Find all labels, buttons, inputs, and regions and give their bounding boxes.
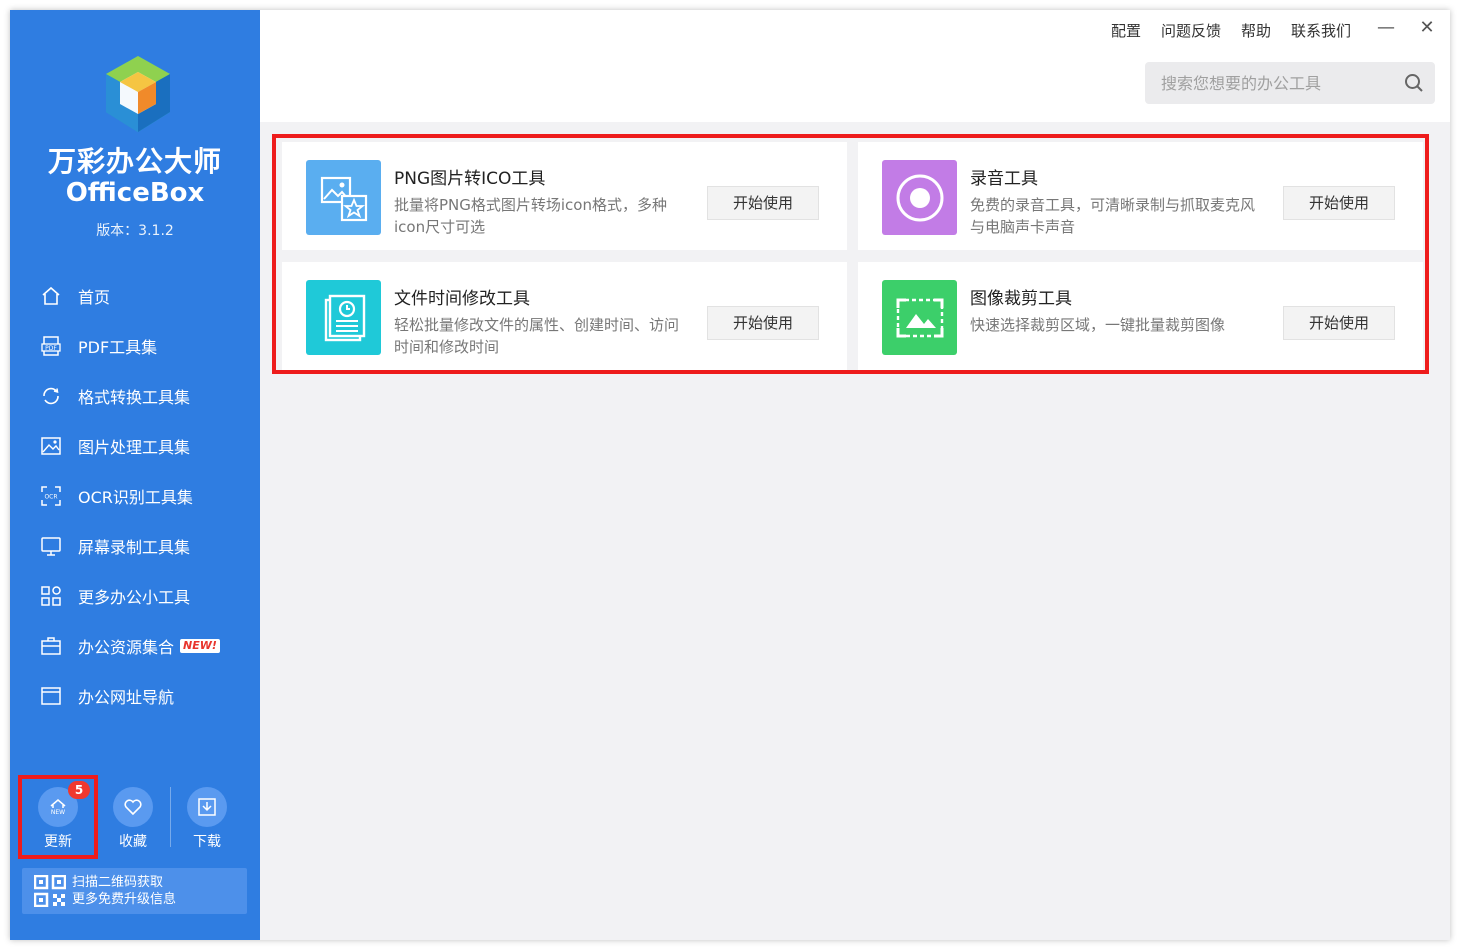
image-icon bbox=[40, 435, 62, 457]
svg-text:PDF: PDF bbox=[45, 345, 57, 352]
sidebar-item-label: PDF工具集 bbox=[78, 338, 158, 357]
sidebar-item-home[interactable]: 首页 bbox=[10, 274, 260, 318]
sidebar-item-convert[interactable]: 格式转换工具集 bbox=[10, 374, 260, 418]
sidebar-item-resources[interactable]: 办公资源集合 NEW! bbox=[10, 624, 260, 668]
sidebar-item-label: 更多办公小工具 bbox=[78, 588, 191, 607]
search-box bbox=[1145, 62, 1435, 104]
home-icon bbox=[40, 285, 62, 307]
app-window: 万彩办公大师 OfficeBox 版本：3.1.2 首页 PDF PDF工具集 … bbox=[10, 10, 1450, 940]
grid-icon bbox=[40, 585, 62, 607]
download-icon bbox=[187, 787, 227, 827]
tool-description: 轻松批量修改文件的属性、创建时间、访问时间和修改时间 bbox=[394, 316, 680, 356]
svg-text:OCR: OCR bbox=[44, 494, 57, 501]
app-name-english: OfficeBox bbox=[65, 178, 205, 208]
file-time-icon bbox=[306, 280, 381, 355]
app-logo bbox=[102, 54, 174, 134]
sidebar-item-label: OCR识别工具集 bbox=[78, 488, 193, 507]
download-button[interactable]: 下载 bbox=[167, 775, 247, 859]
search-icon[interactable] bbox=[1403, 72, 1425, 94]
qr-promo-text: 扫描二维码获取 更多免费升级信息 bbox=[72, 874, 176, 908]
favorite-button[interactable]: 收藏 bbox=[93, 775, 173, 859]
tools-grid: PNG图片转ICO工具 批量将PNG格式图片转场icon格式，多种icon尺寸可… bbox=[272, 134, 1429, 374]
feedback-link[interactable]: 问题反馈 bbox=[1161, 20, 1221, 41]
sidebar-item-label: 屏幕录制工具集 bbox=[78, 538, 191, 557]
update-button[interactable]: NEW 5 更新 bbox=[18, 775, 98, 859]
sidebar-item-more-tools[interactable]: 更多办公小工具 bbox=[10, 574, 260, 618]
new-badge: NEW! bbox=[180, 639, 220, 653]
heart-icon bbox=[113, 787, 153, 827]
sidebar-item-web-nav[interactable]: 办公网址导航 bbox=[10, 674, 260, 718]
sidebar-item-label: 首页 bbox=[78, 288, 111, 307]
tool-card[interactable]: 文件时间修改工具 轻松批量修改文件的属性、创建时间、访问时间和修改时间 开始使用 bbox=[282, 262, 847, 370]
qr-line-2: 更多免费升级信息 bbox=[72, 892, 177, 907]
tool-name: 录音工具 bbox=[970, 169, 1038, 189]
sidebar-item-screen-record[interactable]: 屏幕录制工具集 bbox=[10, 524, 260, 568]
briefcase-icon bbox=[40, 635, 62, 657]
tool-description: 免费的录音工具，可清晰录制与抓取麦克风与电脑声卡声音 bbox=[970, 196, 1256, 236]
recorder-icon bbox=[882, 160, 957, 235]
start-button[interactable]: 开始使用 bbox=[1283, 306, 1395, 340]
svg-text:NEW: NEW bbox=[51, 809, 65, 816]
browser-icon bbox=[40, 685, 62, 707]
download-label: 下载 bbox=[193, 834, 221, 850]
qr-line-1: 扫描二维码获取 bbox=[72, 875, 164, 890]
start-button[interactable]: 开始使用 bbox=[707, 186, 819, 220]
qr-code-icon bbox=[34, 875, 66, 907]
update-count-badge: 5 bbox=[68, 781, 90, 799]
app-version: 版本：3.1.2 bbox=[96, 223, 174, 239]
update-label: 更新 bbox=[44, 834, 72, 850]
start-button[interactable]: 开始使用 bbox=[1283, 186, 1395, 220]
tool-card[interactable]: PNG图片转ICO工具 批量将PNG格式图片转场icon格式，多种icon尺寸可… bbox=[282, 142, 847, 250]
monitor-icon bbox=[40, 535, 62, 557]
tool-card[interactable]: 图像裁剪工具 快速选择裁剪区域，一键批量裁剪图像 开始使用 bbox=[858, 262, 1423, 370]
sidebar-item-label: 格式转换工具集 bbox=[78, 388, 191, 407]
tool-name: PNG图片转ICO工具 bbox=[394, 169, 546, 189]
bottom-actions: NEW 5 更新 收藏 下载 bbox=[10, 775, 260, 865]
tool-card[interactable]: 录音工具 免费的录音工具，可清晰录制与抓取麦克风与电脑声卡声音 开始使用 bbox=[858, 142, 1423, 250]
favorite-label: 收藏 bbox=[119, 834, 147, 850]
settings-link[interactable]: 配置 bbox=[1111, 20, 1141, 41]
minimize-button[interactable]: — bbox=[1376, 18, 1396, 38]
ocr-icon: OCR bbox=[40, 485, 62, 507]
start-button[interactable]: 开始使用 bbox=[707, 306, 819, 340]
close-button[interactable]: ✕ bbox=[1417, 18, 1437, 38]
sidebar-item-label: 办公资源集合 bbox=[78, 638, 175, 657]
convert-icon bbox=[40, 385, 62, 407]
image-crop-icon bbox=[882, 280, 957, 355]
tool-description: 批量将PNG格式图片转场icon格式，多种icon尺寸可选 bbox=[394, 196, 667, 236]
tool-name: 图像裁剪工具 bbox=[970, 289, 1072, 309]
sidebar-item-image[interactable]: 图片处理工具集 bbox=[10, 424, 260, 468]
sidebar-item-pdf[interactable]: PDF PDF工具集 bbox=[10, 324, 260, 368]
tool-description: 快速选择裁剪区域，一键批量裁剪图像 bbox=[970, 316, 1226, 334]
sidebar: 万彩办公大师 OfficeBox 版本：3.1.2 首页 PDF PDF工具集 … bbox=[10, 10, 260, 940]
pdf-icon: PDF bbox=[40, 335, 62, 357]
contact-link[interactable]: 联系我们 bbox=[1291, 20, 1351, 41]
search-input[interactable] bbox=[1145, 62, 1395, 104]
sidebar-item-ocr[interactable]: OCR OCR识别工具集 bbox=[10, 474, 260, 518]
help-link[interactable]: 帮助 bbox=[1241, 20, 1271, 41]
top-bar: 配置 问题反馈 帮助 联系我们 — ✕ bbox=[260, 10, 1450, 122]
sidebar-item-label: 图片处理工具集 bbox=[78, 438, 191, 457]
png-to-ico-icon bbox=[306, 160, 381, 235]
sidebar-item-label: 办公网址导航 bbox=[78, 688, 175, 707]
app-name: 万彩办公大师 bbox=[47, 145, 222, 178]
qr-promo[interactable]: 扫描二维码获取 更多免费升级信息 bbox=[22, 868, 247, 914]
tool-name: 文件时间修改工具 bbox=[394, 289, 530, 309]
